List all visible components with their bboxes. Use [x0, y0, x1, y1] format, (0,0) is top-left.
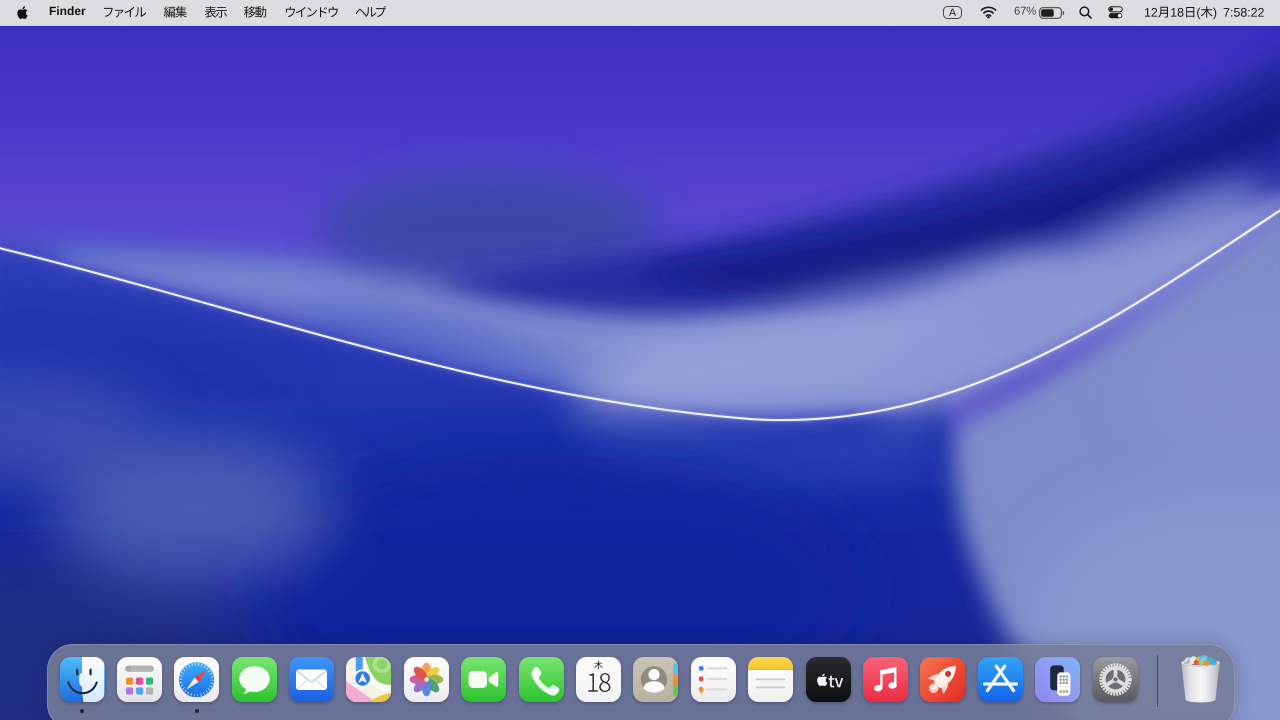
menu-window[interactable]	[285, 4, 340, 21]
dock-launchpad[interactable]	[920, 657, 965, 702]
desktop: const data = JSON.parse(document.getElem…	[0, 0, 1280, 720]
calendar-day	[586, 672, 611, 694]
menu-bar	[0, 0, 1280, 25]
dock-contacts[interactable]	[633, 657, 678, 702]
input-source-indicator[interactable]	[943, 6, 962, 20]
wallpaper-art	[0, 0, 1280, 720]
battery-fill	[1041, 9, 1054, 17]
dock-facetime[interactable]	[461, 657, 506, 702]
dock-reminders[interactable]	[691, 657, 736, 702]
wifi-icon[interactable]	[980, 6, 997, 19]
dock-apps[interactable]	[117, 657, 162, 702]
dock	[47, 644, 1235, 720]
menu-bar-clock[interactable]	[1144, 4, 1265, 21]
menu-go[interactable]	[244, 4, 267, 21]
safari-running-indicator	[195, 709, 199, 713]
calendar-weekday	[594, 660, 604, 670]
control-center-icon[interactable]	[1108, 6, 1123, 19]
battery-indicator[interactable]	[1014, 4, 1065, 21]
spotlight-search-icon[interactable]	[1079, 6, 1092, 19]
dock-mail[interactable]	[289, 657, 334, 702]
menu-help[interactable]	[356, 4, 386, 21]
dock-notes[interactable]	[748, 657, 793, 702]
dock-tv[interactable]	[806, 657, 851, 702]
menu-file[interactable]	[103, 4, 147, 21]
apple-menu-icon[interactable]	[16, 5, 29, 20]
dock-photos[interactable]	[404, 657, 449, 702]
dock-messages[interactable]	[232, 657, 277, 702]
dock-phone[interactable]	[519, 657, 564, 702]
dock-separator	[1157, 655, 1158, 707]
dock-system-settings[interactable]	[1093, 657, 1138, 702]
dock-app-store[interactable]	[978, 657, 1023, 702]
dock-maps[interactable]	[346, 657, 391, 702]
dock-finder[interactable]	[60, 657, 105, 702]
battery-percent	[1014, 4, 1037, 21]
wallpaper	[0, 0, 1280, 720]
dock-safari[interactable]	[174, 657, 219, 702]
dock-iphone-mirroring[interactable]	[1035, 657, 1080, 702]
finder-running-indicator	[80, 709, 84, 713]
dock-trash[interactable]	[1178, 657, 1223, 702]
battery-icon	[1039, 7, 1065, 19]
menu-view[interactable]	[205, 4, 228, 21]
menu-edit[interactable]	[164, 4, 188, 21]
menu-app-name[interactable]	[49, 3, 86, 22]
dock-music[interactable]	[863, 657, 908, 702]
dock-calendar[interactable]	[576, 657, 621, 702]
